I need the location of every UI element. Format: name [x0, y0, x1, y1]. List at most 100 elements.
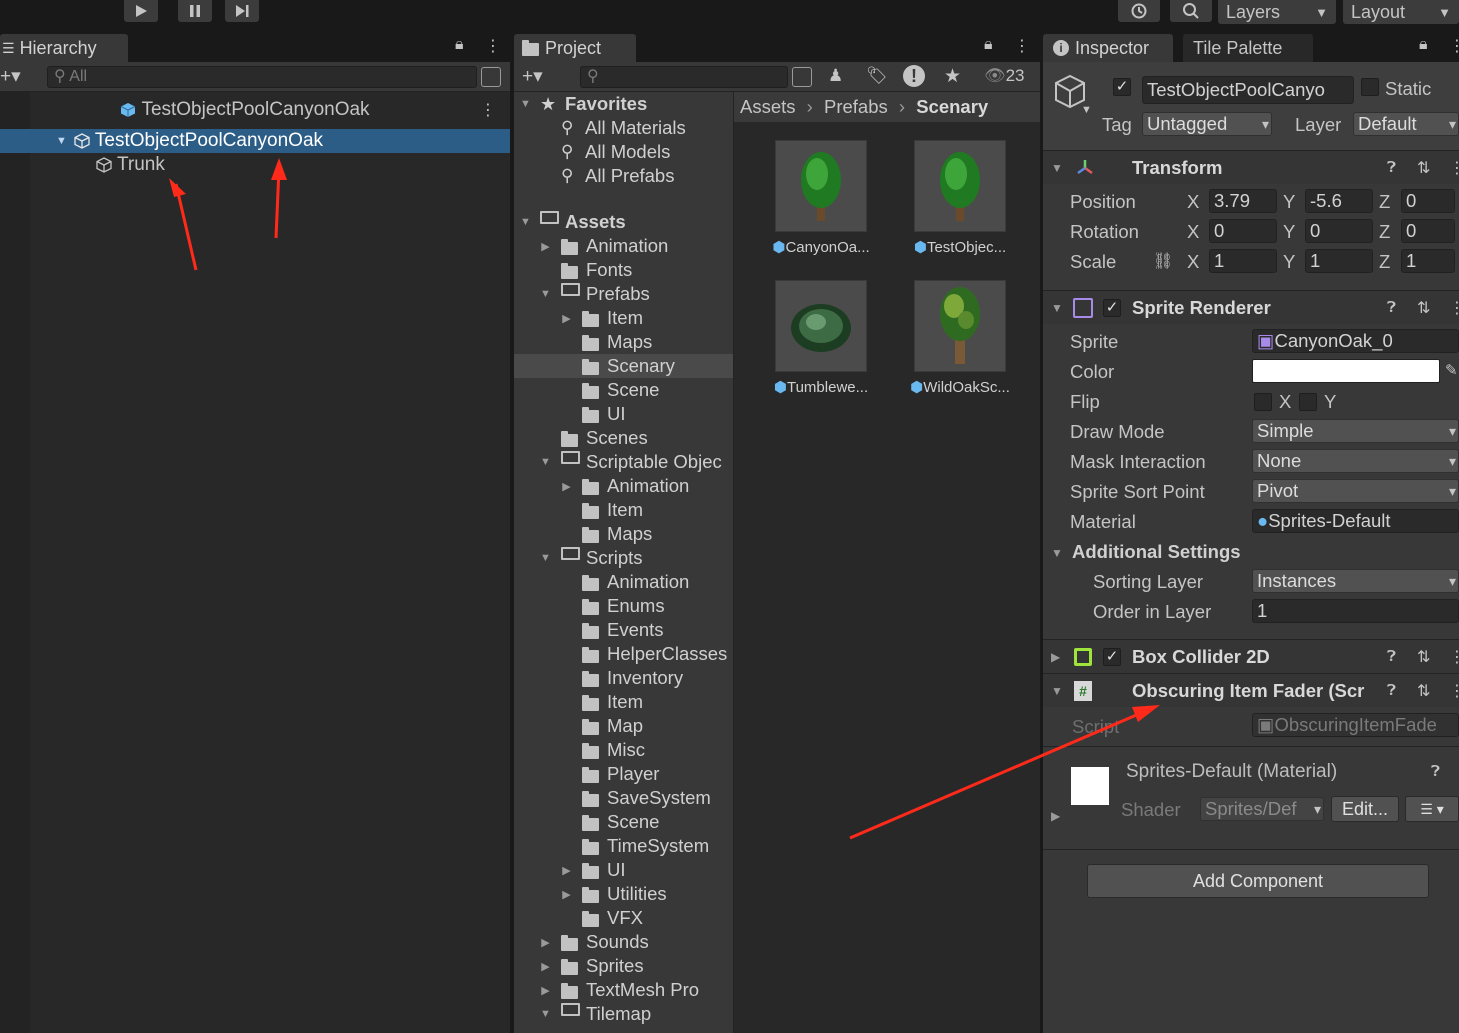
folder-item[interactable]: HelperClasses: [514, 642, 733, 666]
folder-item[interactable]: Map: [514, 714, 733, 738]
color-swatch[interactable]: [1252, 359, 1440, 383]
active-checkbox[interactable]: ✓: [1113, 78, 1131, 96]
scene-header[interactable]: TestObjectPoolCanyonOak ⋮: [0, 98, 510, 122]
breadcrumb-assets[interactable]: Assets: [740, 96, 796, 117]
folder-item[interactable]: VFX: [514, 906, 733, 930]
search-button[interactable]: [1170, 0, 1212, 22]
folder-item[interactable]: Scenes: [514, 426, 733, 450]
fold-closed-icon[interactable]: ▶: [1051, 809, 1060, 823]
more-icon[interactable]: ⋮: [1449, 681, 1459, 701]
more-icon[interactable]: ⋮: [1449, 36, 1459, 56]
box-collider-enabled-checkbox[interactable]: ✓: [1103, 647, 1121, 666]
shader-dropdown[interactable]: Sprites/Def: [1200, 797, 1324, 821]
folder-item[interactable]: Maps: [514, 330, 733, 354]
axis-label[interactable]: Z: [1379, 221, 1390, 243]
folder-item[interactable]: Animation: [514, 570, 733, 594]
axis-label[interactable]: Y: [1283, 221, 1295, 243]
folder-item[interactable]: Maps: [514, 522, 733, 546]
hierarchy-search-input[interactable]: ⚲ All: [47, 66, 477, 88]
folder-item[interactable]: ▶ Sprites: [514, 954, 733, 978]
scale-y-field[interactable]: 1: [1305, 249, 1373, 273]
hierarchy-item-selected[interactable]: ▼ TestObjectPoolCanyonOak: [0, 129, 510, 153]
scale-x-field[interactable]: 1: [1209, 249, 1277, 273]
folder-item[interactable]: ▶ Utilities: [514, 882, 733, 906]
chevron-down-icon[interactable]: ▼: [1081, 104, 1092, 116]
tab-inspector[interactable]: i Inspector: [1043, 34, 1173, 62]
warning-icon[interactable]: !: [903, 65, 925, 87]
lock-icon[interactable]: 🔒︎: [1419, 36, 1428, 54]
fader-header[interactable]: ▼ # Obscuring Item Fader (Scr ❓︎ ⇅ ⋮: [1043, 673, 1459, 707]
folder-item[interactable]: Scenary: [514, 354, 733, 378]
folder-item[interactable]: Player: [514, 762, 733, 786]
folder-item[interactable]: Scene: [514, 810, 733, 834]
help-icon[interactable]: ❓︎: [1387, 299, 1396, 316]
preset-icon[interactable]: ⇅: [1417, 158, 1430, 178]
help-icon[interactable]: ❓︎: [1431, 763, 1440, 780]
folder-item[interactable]: ▼ Scriptable Objec: [514, 450, 733, 474]
filter-type-icon[interactable]: ♟︎: [828, 66, 843, 86]
favorites-header[interactable]: ▼ ★ Favorites: [514, 92, 733, 116]
folder-item[interactable]: Item: [514, 498, 733, 522]
additional-settings-label[interactable]: Additional Settings: [1072, 541, 1241, 563]
flip-x-checkbox[interactable]: [1254, 393, 1272, 411]
more-icon[interactable]: ⋮: [1449, 647, 1459, 667]
asset-item[interactable]: ⬢WildOakSc...: [895, 280, 1025, 396]
transform-header[interactable]: ▼ Transform ❓︎ ⇅ ⋮: [1043, 150, 1459, 184]
more-icon[interactable]: ⋮: [1449, 158, 1459, 178]
draw-mode-dropdown[interactable]: Simple: [1252, 419, 1459, 443]
folder-item[interactable]: ▶ Item: [514, 306, 733, 330]
asset-item[interactable]: ⬢CanyonOa...: [756, 140, 886, 256]
help-icon[interactable]: ❓︎: [1387, 648, 1396, 665]
preset-icon[interactable]: ⇅: [1417, 298, 1430, 318]
folder-item[interactable]: Item: [514, 690, 733, 714]
more-icon[interactable]: ⋮: [1449, 298, 1459, 318]
hidden-count[interactable]: 👁︎23: [984, 66, 1025, 86]
folder-item[interactable]: ▼ Prefabs: [514, 282, 733, 306]
position-y-field[interactable]: -5.6: [1305, 189, 1373, 213]
play-button[interactable]: [124, 0, 158, 22]
assets-header[interactable]: ▼ Assets: [514, 210, 733, 234]
folder-item[interactable]: Inventory: [514, 666, 733, 690]
position-x-field[interactable]: 3.79: [1209, 189, 1277, 213]
rotation-x-field[interactable]: 0: [1209, 219, 1277, 243]
folder-item[interactable]: ▶ Animation: [514, 234, 733, 258]
axis-label[interactable]: Y: [1283, 191, 1295, 213]
more-icon[interactable]: ⋮: [1014, 36, 1030, 56]
mask-interaction-dropdown[interactable]: None: [1252, 449, 1459, 473]
folder-item[interactable]: ▼ Tilemap: [514, 1002, 733, 1026]
breadcrumb-prefabs[interactable]: Prefabs: [824, 96, 888, 117]
tab-project[interactable]: Project: [514, 34, 636, 62]
tab-tile-palette[interactable]: Tile Palette: [1183, 34, 1313, 62]
tab-hierarchy[interactable]: ☰ Hierarchy: [0, 34, 128, 62]
scene-visibility-icon[interactable]: [481, 67, 501, 87]
sprite-renderer-header[interactable]: ▼ ✓ Sprite Renderer ❓︎ ⇅ ⋮: [1043, 290, 1459, 324]
project-search-input[interactable]: ⚲: [580, 66, 788, 88]
folder-item[interactable]: Misc: [514, 738, 733, 762]
axis-label[interactable]: X: [1187, 221, 1199, 243]
folder-item[interactable]: SaveSystem: [514, 786, 733, 810]
axis-label[interactable]: X: [1187, 251, 1199, 273]
search-scope-icon[interactable]: [792, 67, 812, 87]
axis-label[interactable]: Z: [1379, 191, 1390, 213]
label-tag-icon[interactable]: 🏷︎: [866, 66, 888, 86]
edit-shader-button[interactable]: Edit...: [1331, 796, 1399, 822]
sprite-sort-point-dropdown[interactable]: Pivot: [1252, 479, 1459, 503]
sprite-field[interactable]: ▣CanyonOak_0: [1252, 329, 1459, 353]
fold-open-icon[interactable]: ▼: [1051, 546, 1063, 560]
rotation-z-field[interactable]: 0: [1401, 219, 1455, 243]
folder-item[interactable]: ▶ TextMesh Pro: [514, 978, 733, 1002]
hierarchy-item-trunk[interactable]: Trunk: [0, 153, 510, 177]
layer-dropdown[interactable]: Default: [1353, 112, 1459, 136]
help-icon[interactable]: ❓︎: [1387, 159, 1396, 176]
favorite-item[interactable]: ⚲ All Materials: [514, 116, 733, 140]
eyedropper-icon[interactable]: ✎: [1445, 361, 1458, 379]
static-checkbox[interactable]: [1361, 78, 1379, 96]
order-in-layer-field[interactable]: 1: [1252, 599, 1459, 623]
lock-icon[interactable]: 🔒︎: [455, 36, 464, 54]
folder-item[interactable]: ▶ Animation: [514, 474, 733, 498]
breadcrumb-scenary[interactable]: Scenary: [916, 96, 988, 117]
axis-label[interactable]: X: [1187, 191, 1199, 213]
preset-icon[interactable]: ⇅: [1417, 647, 1430, 667]
object-name-field[interactable]: TestObjectPoolCanyo: [1142, 76, 1354, 104]
step-button[interactable]: [225, 0, 259, 22]
